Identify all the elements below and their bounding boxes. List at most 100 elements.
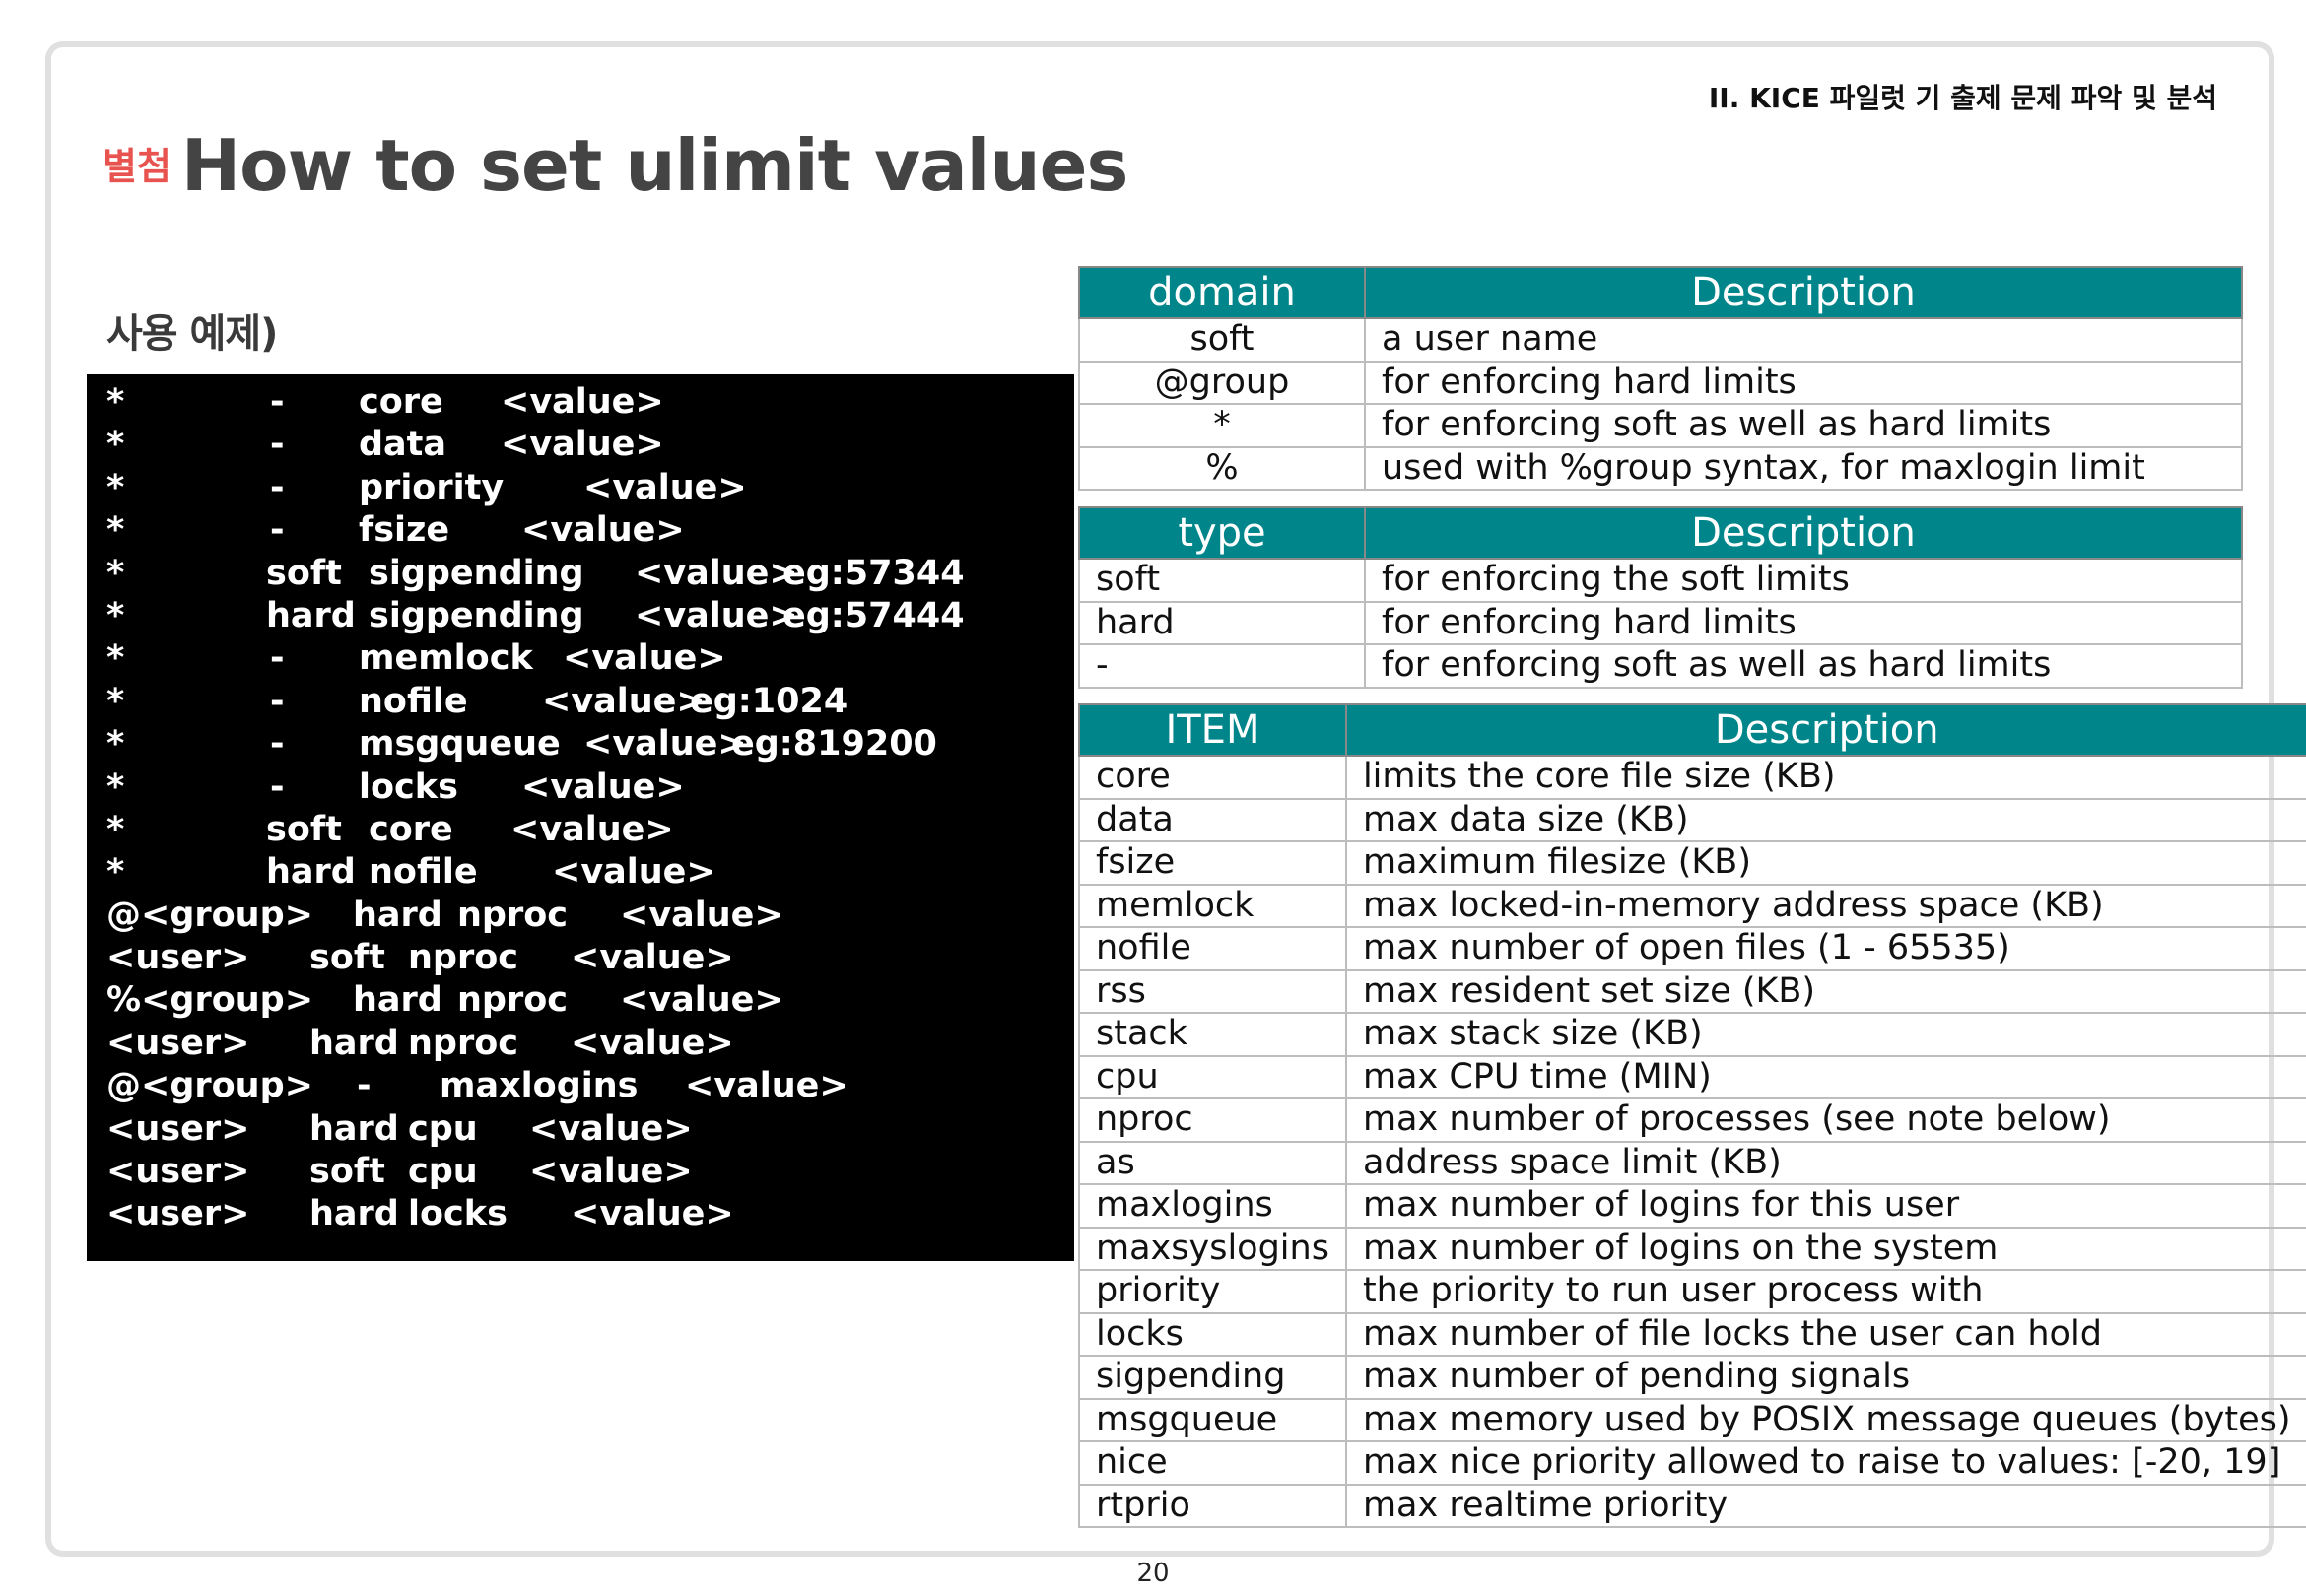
table-cell-key: maxsyslogins: [1078, 1226, 1347, 1271]
code-line: <user> hard locks <value>: [87, 1194, 1074, 1236]
table-cell-key: nproc: [1078, 1097, 1347, 1143]
table-cell-key: locks: [1078, 1311, 1347, 1357]
code-value: <value>: [521, 510, 685, 551]
appendix-label: 별첨: [102, 145, 171, 188]
table-header-row: type Description: [1078, 506, 2243, 560]
code-line: @<group> hard nproc <value>: [87, 896, 1074, 938]
code-value: <value>: [501, 382, 664, 422]
code-value: <value>: [529, 1152, 693, 1192]
table-cell-key: fsize: [1078, 840, 1347, 886]
table-cell-key: *: [1078, 403, 1366, 448]
code-example: eg:819200: [731, 724, 937, 765]
code-domain: *: [106, 724, 125, 765]
table-row: memlock max locked-in-memory address spac…: [1078, 883, 2306, 928]
code-value: <value>: [620, 895, 783, 935]
page-title: How to set ulimit values: [180, 124, 1128, 207]
table-cell-key: rtprio: [1078, 1483, 1347, 1528]
table-cell-description: max resident set size (KB): [1344, 968, 2306, 1014]
code-value: <value>: [583, 724, 747, 765]
table-cell-description: max memory used by POSIX message queues …: [1344, 1397, 2306, 1442]
table-cell-key: sigpending: [1078, 1355, 1347, 1400]
table-cell-description: max locked-in-memory address space (KB): [1344, 883, 2306, 928]
code-type: -: [270, 638, 285, 679]
table-cell-description: for enforcing hard limits: [1364, 600, 2243, 645]
code-domain: *: [106, 510, 125, 551]
table-cell-key: maxlogins: [1078, 1183, 1347, 1229]
code-line: * hard nofile <value>: [87, 852, 1074, 895]
table-cell-key: -: [1078, 643, 1366, 689]
code-example: eg:57344: [782, 553, 965, 593]
table-cell-description: limits the core file size (KB): [1344, 755, 2306, 800]
table-cell-description: maximum filesize (KB): [1344, 840, 2306, 886]
code-line: <user> hard cpu <value>: [87, 1109, 1074, 1152]
table-cell-description: a user name: [1364, 317, 2243, 363]
code-line: %<group> hard nproc <value>: [87, 980, 1074, 1023]
table-cell-description: for enforcing soft as well as hard limit…: [1364, 403, 2243, 448]
code-type: hard: [266, 852, 356, 893]
code-line: <user> hard nproc <value>: [87, 1024, 1074, 1066]
table-row: hard for enforcing hard limits: [1078, 600, 2243, 645]
table-cell-key: %: [1078, 445, 1366, 491]
table-cell-description: the priority to run user process with: [1344, 1269, 2306, 1314]
table-row: as address space limit (KB): [1078, 1140, 2306, 1185]
table-row: maxlogins max number of logins for this u…: [1078, 1183, 2306, 1229]
code-line: * - msgqueue <value> eg:819200: [87, 724, 1074, 766]
table-cell-key: rss: [1078, 968, 1347, 1014]
code-type: -: [270, 467, 285, 507]
code-domain: *: [106, 425, 125, 465]
code-item: priority: [359, 467, 505, 507]
code-value: <value>: [571, 938, 734, 978]
code-value: <value>: [501, 425, 664, 465]
table-row: rtprio max realtime priority: [1078, 1483, 2306, 1528]
code-type: hard: [353, 980, 442, 1021]
code-domain: <user>: [106, 1023, 250, 1063]
code-domain: @<group>: [106, 895, 313, 935]
table-cell-key: stack: [1078, 1012, 1347, 1057]
table-row: soft a user name: [1078, 317, 2243, 363]
table-header-row: domain Description: [1078, 266, 2243, 319]
code-line: * - locks <value>: [87, 767, 1074, 810]
column-header: Description: [1364, 506, 2243, 560]
table-cell-key: memlock: [1078, 883, 1347, 928]
table-row: soft for enforcing the soft limits: [1078, 558, 2243, 603]
table-cell-description: for enforcing soft as well as hard limit…: [1364, 643, 2243, 689]
code-type: soft: [266, 809, 342, 849]
table-cell-description: max number of processes (see note below): [1344, 1097, 2306, 1143]
table-row: core limits the core file size (KB): [1078, 755, 2306, 800]
table-cell-description: max number of pending signals: [1344, 1355, 2306, 1400]
code-domain: <user>: [106, 1194, 250, 1234]
code-item: nproc: [408, 938, 519, 978]
code-domain: *: [106, 809, 125, 849]
code-value: <value>: [571, 1194, 734, 1234]
code-type: hard: [309, 1108, 399, 1149]
table-row: sigpending max number of pending signals: [1078, 1355, 2306, 1400]
table-cell-key: hard: [1078, 600, 1366, 645]
code-item: locks: [359, 766, 458, 807]
table-cell-description: max number of open files (1 - 65535): [1344, 926, 2306, 971]
code-value: <value>: [685, 1066, 848, 1106]
code-domain: %<group>: [106, 980, 314, 1021]
table-cell-description: max number of logins for this user: [1344, 1183, 2306, 1229]
code-type: -: [270, 425, 285, 465]
table-row: msgqueue max memory used by POSIX message…: [1078, 1397, 2306, 1442]
code-type: -: [270, 724, 285, 765]
table-row: * for enforcing soft as well as hard limi…: [1078, 403, 2243, 448]
title-block: 별첨 How to set ulimit values: [102, 124, 1128, 207]
column-header: Description: [1344, 703, 2306, 757]
code-type: soft: [309, 1152, 385, 1192]
table-cell-key: nice: [1078, 1440, 1347, 1486]
table-cell-description: max data size (KB): [1344, 797, 2306, 842]
code-domain: <user>: [106, 1152, 250, 1192]
code-item: core: [359, 382, 443, 422]
table-row: cpu max CPU time (MIN): [1078, 1054, 2306, 1099]
code-example: eg:1024: [690, 681, 848, 721]
section-header: II. KICE 파일럿 기 출제 문제 파악 및 분석: [1708, 82, 2217, 114]
table-row: nproc max number of processes (see note b…: [1078, 1097, 2306, 1143]
code-item: sigpending: [369, 553, 584, 593]
code-item: cpu: [408, 1108, 478, 1149]
code-domain: *: [106, 681, 125, 721]
code-value: <value>: [563, 638, 726, 679]
code-domain: *: [106, 467, 125, 507]
column-header: ITEM: [1078, 703, 1347, 757]
code-line: * hard sigpending <value> eg:57444: [87, 596, 1074, 638]
